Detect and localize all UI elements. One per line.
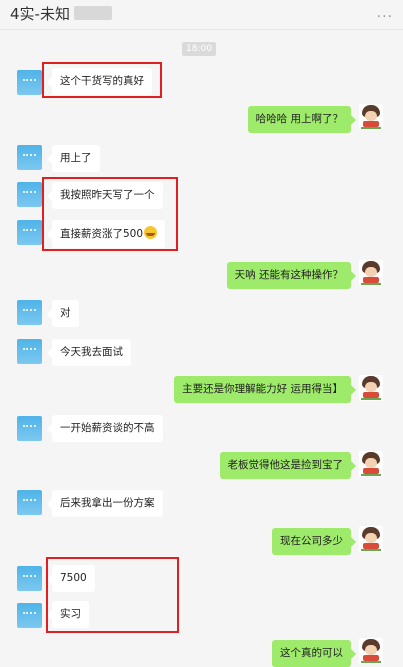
- contact-avatar[interactable]: [17, 566, 42, 591]
- my-avatar[interactable]: [359, 104, 383, 130]
- highlight-box: [46, 557, 179, 633]
- message-bubble-left: 今天我去面试: [47, 339, 131, 366]
- message-bubble-right: 这个真的可以: [272, 640, 356, 667]
- contact-avatar[interactable]: [17, 182, 42, 207]
- my-avatar[interactable]: [359, 451, 383, 477]
- chat-title: 4实-未知: [10, 5, 70, 23]
- contact-avatar[interactable]: [17, 339, 42, 364]
- highlight-box: [42, 62, 162, 98]
- message-bubble-right: 天呐 还能有这种操作？: [226, 262, 357, 289]
- my-avatar[interactable]: [359, 638, 383, 664]
- contact-avatar[interactable]: [17, 70, 42, 95]
- contact-avatar[interactable]: [17, 490, 42, 515]
- chat-header: 4实-未知 ...: [0, 0, 403, 30]
- message-bubble-left: 后来我拿出一份方案: [47, 490, 163, 517]
- message-bubble-right: 哈哈哈 用上啊了？: [247, 106, 357, 133]
- more-options-icon[interactable]: ...: [377, 5, 393, 21]
- message-bubble-left: 对: [47, 300, 79, 327]
- contact-avatar[interactable]: [17, 300, 42, 325]
- contact-avatar[interactable]: [17, 416, 42, 441]
- message-bubble-left: 用上了: [47, 145, 100, 172]
- message-bubble-right: 老板觉得他这是捡到宝了: [219, 452, 356, 479]
- message-bubble-left: 一开始薪资谈的不高: [47, 415, 163, 442]
- highlight-box: [42, 177, 178, 251]
- contact-avatar[interactable]: [17, 220, 42, 245]
- message-bubble-right: 现在公司多少: [272, 528, 356, 555]
- contact-avatar[interactable]: [17, 603, 42, 628]
- blurred-name: [74, 6, 112, 20]
- my-avatar[interactable]: [359, 260, 383, 286]
- header-divider: [0, 29, 403, 30]
- message-bubble-right: 主要还是你理解能力好 运用得当】: [174, 376, 356, 403]
- timestamp: 18:00: [182, 42, 216, 56]
- my-avatar[interactable]: [359, 375, 383, 401]
- contact-avatar[interactable]: [17, 145, 42, 170]
- my-avatar[interactable]: [359, 526, 383, 552]
